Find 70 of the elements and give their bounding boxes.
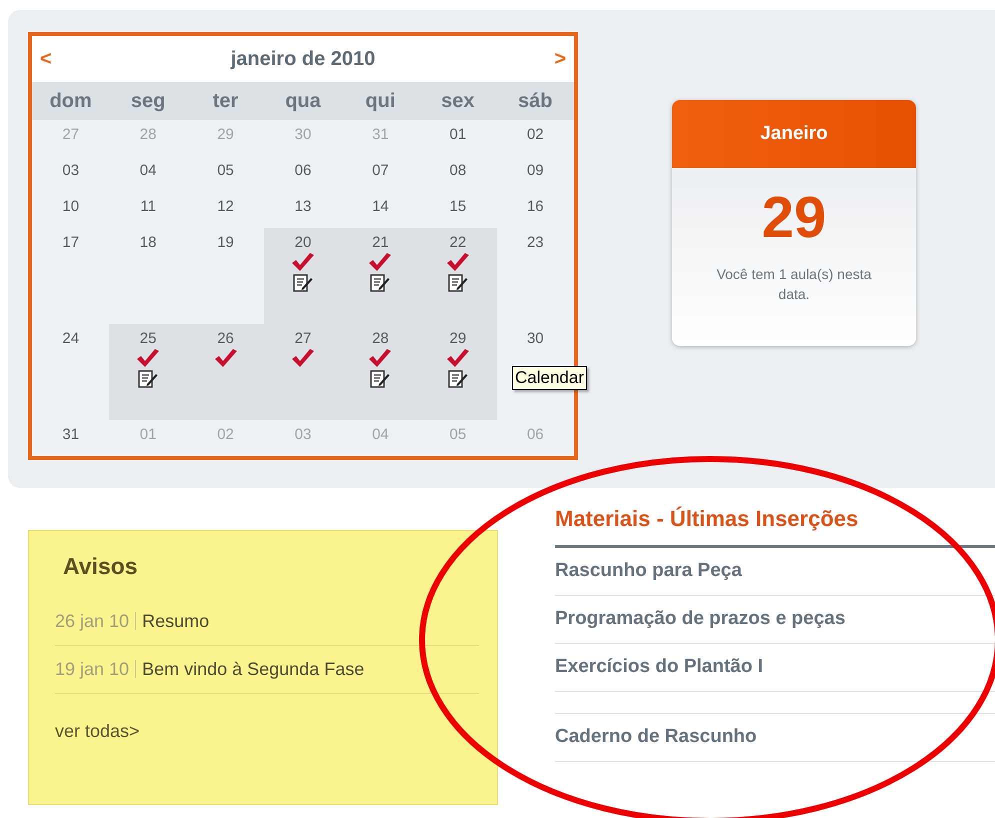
day-number[interactable]: 19 [217,234,234,252]
month-title: janeiro de 2010 [230,47,376,72]
day-number[interactable]: 06 [294,162,312,180]
card-message: Você tem 1 aula(s) nesta data. [716,265,872,304]
card-month: Janeiro [760,122,828,146]
material-link[interactable]: Exercícios do Plantão I [555,653,764,682]
day-number[interactable]: 14 [372,198,389,216]
next-month-button[interactable]: > [554,44,566,74]
day-number[interactable]: 24 [62,330,80,348]
weekday-label: qua [284,89,322,114]
notice-link[interactable]: Resumo [142,608,210,634]
note-edit-icon [138,370,158,388]
day-cell[interactable]: 27 [264,324,342,420]
note-edit-icon [448,274,468,292]
day-cell[interactable]: 25 [109,324,187,420]
materials-title: Materiais - Últimas Inserções [555,502,995,548]
notice-date: 26 jan 10 [55,610,130,633]
day-number[interactable]: 29 [450,330,466,348]
day-number[interactable]: 25 [140,330,156,348]
day-cell[interactable]: 28 [342,324,420,420]
material-link[interactable]: Caderno de Rascunho [555,723,757,752]
note-edit-icon [370,370,390,388]
weekday-label: seg [130,89,166,114]
previous-month-button[interactable]: < [40,44,52,74]
day-number[interactable]: 15 [450,198,466,216]
day-number[interactable]: 17 [62,234,80,252]
card-day: 29 [762,186,826,250]
weekday-label: qui [364,89,396,114]
weekday-label: ter [212,89,240,114]
day-number[interactable]: 08 [450,162,466,180]
day-number[interactable]: 20 [294,234,312,252]
day-number[interactable]: 01 [450,126,466,144]
day-number[interactable]: 07 [372,162,389,180]
weekday-label: sáb [517,89,554,114]
day-number[interactable]: 16 [526,198,544,216]
day-number[interactable]: 03 [62,162,80,180]
day-cell[interactable]: 21 [342,228,420,324]
note-edit-icon [292,274,313,292]
note-edit-icon [370,274,390,292]
day-number[interactable]: 31 [62,426,80,444]
weekday-label: dom [48,89,93,114]
weekday-label: sex [440,89,476,114]
day-number[interactable]: 05 [217,162,234,180]
notices-title: Avisos [63,552,139,581]
day-number[interactable]: 10 [62,198,80,216]
material-link[interactable]: Programação de prazos e peças [555,605,846,634]
day-number[interactable]: 23 [526,234,544,252]
day-number[interactable]: 02 [526,126,544,144]
day-number[interactable]: 22 [450,234,466,252]
notice-link[interactable]: Bem vindo à Segunda Fase [142,656,364,682]
day-number[interactable]: 13 [294,198,312,216]
day-number[interactable]: 27 [294,330,312,348]
day-cell[interactable]: 26 [186,324,264,420]
day-number[interactable]: 09 [526,162,544,180]
day-number[interactable]: 21 [372,234,389,252]
notice-date: 19 jan 10 [55,658,130,681]
day-number[interactable]: 26 [217,330,234,348]
material-link[interactable]: Rascunho para Peça [555,557,742,586]
day-number[interactable]: 11 [140,198,156,216]
day-cell[interactable]: 20 [264,228,342,324]
tooltip: Calendar [512,366,587,390]
day-number[interactable]: 28 [372,330,389,348]
day-number[interactable]: 18 [140,234,156,252]
note-edit-icon [448,370,468,388]
see-all-link[interactable]: ver todas> [55,718,471,744]
day-number[interactable]: 12 [217,198,234,216]
day-number[interactable]: 04 [140,162,156,180]
day-cell[interactable]: 29 [419,324,497,420]
day-number[interactable]: 30 [526,330,544,348]
day-cell[interactable]: 22 [419,228,497,324]
